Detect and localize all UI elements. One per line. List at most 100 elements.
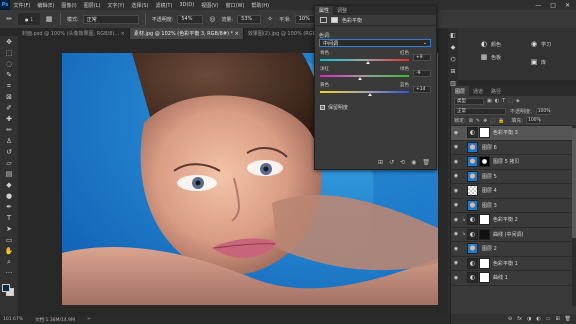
shape-tool-icon[interactable]: ▭ (4, 236, 15, 245)
lock-pixels-icon[interactable]: ✎ (476, 118, 480, 124)
minimize-icon[interactable]: — (535, 2, 541, 9)
visibility-icon[interactable]: ◉ (411, 159, 416, 166)
frame-tool-icon[interactable]: ⊠ (4, 93, 15, 102)
slider-track[interactable] (320, 75, 409, 77)
slider-value-field[interactable]: +9 (413, 54, 431, 61)
history-brush-tool-icon[interactable]: ↺ (4, 148, 15, 157)
filter-type-icon[interactable]: T (502, 98, 505, 104)
slider-thumb[interactable] (366, 61, 370, 64)
brush-tool-icon[interactable]: ✏ (4, 126, 15, 135)
tab-source-jpg[interactable]: 素材.jpg @ 102% (色彩平衡 3, RGB/8#) * × (129, 28, 244, 39)
menu-edit[interactable]: 编辑(E) (34, 2, 58, 9)
menu-select[interactable]: 选择(S) (128, 2, 152, 9)
eye-icon[interactable]: ◉ (451, 144, 461, 150)
opacity-field[interactable]: 54% (177, 14, 204, 24)
slider-track[interactable] (320, 91, 409, 93)
trash-icon[interactable]: 🗑 (422, 159, 430, 166)
eye-icon[interactable]: ◉ (451, 202, 461, 208)
color-panel-button[interactable]: ◐ 颜色 (480, 40, 501, 48)
properties-icon[interactable]: ⌬ (450, 56, 455, 63)
layer-mask-thumbnail[interactable] (479, 214, 490, 226)
tab-layers[interactable]: 图层 (451, 86, 470, 96)
mode-select[interactable]: 正常 (82, 14, 139, 24)
layer-mask-thumbnail[interactable] (479, 127, 490, 139)
menu-window[interactable]: 窗口(W) (222, 2, 248, 9)
preserve-luminosity-row[interactable]: ✓ 保留明度 (315, 104, 436, 111)
brush-settings-icon[interactable]: ▦ (44, 14, 54, 24)
color-balance-slider[interactable]: 青色 红色 +9 (320, 50, 431, 66)
eye-icon[interactable]: ◉ (451, 231, 461, 237)
brush-size-picker[interactable]: ● 1 (18, 13, 40, 25)
brush-preset-icon[interactable]: ◆ (451, 44, 456, 51)
layers-scrollbar-thumb[interactable] (572, 128, 576, 238)
layer-row[interactable]: ◉ ◐ 曲线 1 (451, 271, 576, 286)
slider-thumb[interactable] (368, 93, 373, 96)
filter-pixel-icon[interactable]: ▣ (487, 98, 492, 104)
lock-artboard-icon[interactable]: ⬚ (490, 118, 495, 124)
eye-icon[interactable]: ◉ (451, 260, 461, 266)
move-tool-icon[interactable]: ✥ (4, 38, 15, 47)
lock-position-icon[interactable]: ✥ (483, 118, 487, 124)
stamp-tool-icon[interactable]: ♙ (4, 137, 15, 146)
new-adjustment-icon[interactable]: ◐ (536, 316, 540, 322)
color-balance-slider[interactable]: 黄色 蓝色 +14 (320, 82, 431, 98)
menu-filter[interactable]: 滤镜(T) (152, 2, 176, 9)
filter-smart-icon[interactable]: ◈ (516, 98, 520, 104)
layer-row[interactable]: ◉ ↳ ◐ 曲线 (中间调) (451, 228, 576, 242)
layer-row[interactable]: ◉ 图层 6 (451, 141, 576, 155)
blend-mode-select[interactable]: 正常 (454, 107, 506, 115)
slider-value-field[interactable]: +14 (413, 86, 431, 93)
quick-select-tool-icon[interactable]: ✎ (4, 71, 15, 80)
layer-row[interactable]: ◉ ◐ 色彩平衡 1 (451, 257, 576, 271)
eye-icon[interactable]: ◉ (451, 217, 461, 223)
layer-row[interactable]: ◉ ◐ 色彩平衡 3 (451, 126, 576, 141)
new-layer-icon[interactable]: ⊞ (555, 316, 559, 322)
slider-value-field[interactable]: -9 (413, 70, 431, 77)
hand-tool-icon[interactable]: ✋ (4, 247, 15, 256)
eye-icon[interactable]: ◉ (451, 173, 461, 179)
layer-opacity-field[interactable]: 100% (535, 107, 551, 115)
filter-adjustment-icon[interactable]: ◐ (495, 98, 499, 104)
lasso-tool-icon[interactable]: ◌ (4, 60, 15, 69)
layer-mask-thumbnail[interactable] (479, 272, 490, 284)
link-layers-icon[interactable]: ⊖ (508, 316, 512, 322)
tone-select[interactable]: 中间调 ⌄ (319, 39, 431, 47)
layer-row[interactable]: ◉ 图层 4 (451, 184, 576, 199)
layer-style-icon[interactable]: fx (517, 316, 522, 322)
tab-paths[interactable]: 路径 (487, 86, 505, 96)
lock-all-icon[interactable]: 🔒 (498, 118, 504, 124)
adjust-icon[interactable]: ⊞ (450, 68, 455, 75)
marquee-tool-icon[interactable]: ⬚ (4, 49, 15, 58)
eye-icon[interactable]: ◉ (451, 159, 461, 165)
eyedropper-tool-icon[interactable]: ✐ (4, 104, 15, 113)
learn-panel-button[interactable]: ◉ 学习 (530, 40, 551, 48)
maximize-icon[interactable]: □ (550, 2, 556, 9)
tab-adjustments[interactable]: 调整 (333, 6, 351, 15)
status-arrow-icon[interactable]: > (87, 317, 91, 322)
close-icon[interactable]: ✕ (565, 2, 570, 9)
color-swatches[interactable] (2, 284, 16, 298)
library-panel-button[interactable]: ▣ 库 (530, 58, 546, 66)
pen-tool-icon[interactable]: ✒ (4, 203, 15, 212)
eye-icon[interactable]: ◉ (451, 188, 461, 194)
history-icon[interactable]: ◧ (450, 32, 456, 39)
menu-type[interactable]: 文字(Y) (104, 2, 128, 9)
new-group-icon[interactable]: ▭ (546, 316, 551, 322)
layer-mask-thumbnail[interactable] (479, 228, 490, 240)
preserve-luminosity-checkbox[interactable]: ✓ (320, 105, 325, 110)
zoom-level[interactable]: 101.67% (3, 317, 23, 322)
smooth-field[interactable]: 10% (294, 14, 315, 24)
gradient-tool-icon[interactable]: ▤ (4, 170, 15, 179)
crop-tool-icon[interactable]: ⌗ (4, 82, 15, 91)
view-previous-icon[interactable]: ↺ (389, 159, 394, 166)
more-tools-icon[interactable]: ··· (4, 269, 15, 278)
add-mask-icon[interactable]: ◑ (527, 316, 531, 322)
dodge-tool-icon[interactable]: ● (4, 192, 15, 201)
menu-image[interactable]: 图像(I) (58, 2, 80, 9)
slider-thumb[interactable] (357, 77, 362, 80)
lock-transparent-icon[interactable]: ⊠ (469, 118, 473, 124)
type-tool-icon[interactable]: T (4, 214, 15, 223)
healing-tool-icon[interactable]: ✚ (4, 115, 15, 124)
layer-row[interactable]: ◉ 图层 2 (451, 242, 576, 257)
eye-icon[interactable]: ◉ (451, 246, 461, 252)
